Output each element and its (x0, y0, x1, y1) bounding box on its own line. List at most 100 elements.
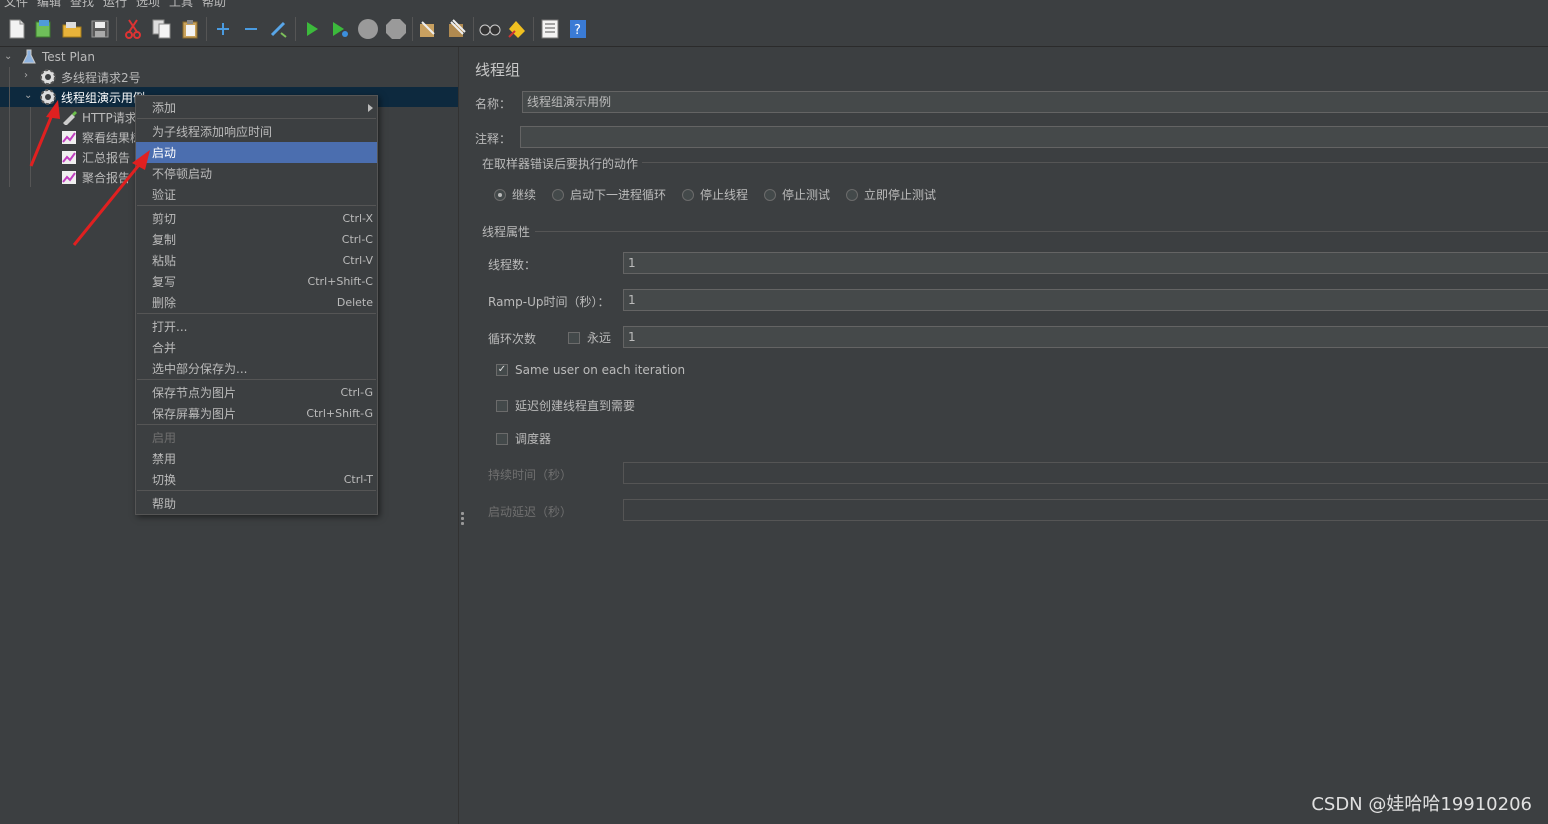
menu-item-open[interactable]: 打开... (136, 316, 377, 337)
thread-props-title: 线程属性 (482, 225, 531, 239)
radio-start-next-loop[interactable]: 启动下一进程循环 (552, 186, 666, 203)
menu-item-paste[interactable]: 粘贴 Ctrl-V (136, 250, 377, 271)
menu-item-merge[interactable]: 合并 (136, 337, 377, 358)
tree-node-aggregate-report[interactable]: 聚合报告 (60, 167, 130, 187)
menu-item-save-screen-image[interactable]: 保存屏幕为图片 Ctrl+Shift-G (136, 403, 377, 424)
chevron-right-icon[interactable]: › (24, 71, 34, 81)
name-label: 名称： (475, 97, 512, 111)
delay-create-checkbox[interactable]: 延迟创建线程直到需要 (496, 397, 635, 414)
menu-item-toggle[interactable]: 切换 Ctrl-T (136, 469, 377, 490)
scheduler-checkbox[interactable]: 调度器 (496, 430, 551, 447)
same-user-checkbox[interactable]: ✓ Same user on each iteration (496, 363, 685, 377)
menu-item-validate[interactable]: 验证 (136, 184, 377, 205)
checkmark-icon: ✓ (496, 364, 508, 376)
paste-icon[interactable] (179, 18, 201, 40)
menu-item-start-no-pauses[interactable]: 不停顿启动 (136, 163, 377, 184)
duration-field (623, 462, 1548, 484)
menu-item-help[interactable]: 帮助 (136, 493, 377, 514)
radio-icon (846, 188, 858, 201)
svg-text:?: ? (574, 23, 581, 38)
menu-tools[interactable]: 工具 (169, 0, 193, 9)
menu-run[interactable]: 运行 (103, 0, 127, 9)
shutdown-icon[interactable] (385, 18, 407, 40)
loop-label: 循环次数 (488, 332, 537, 346)
submenu-arrow-icon (368, 103, 373, 112)
name-field[interactable]: 线程组演示用例 (522, 91, 1548, 113)
watermark: CSDN @娃哈哈19910206 (1311, 794, 1532, 815)
menu-item-cut[interactable]: 剪切 Ctrl-X (136, 208, 377, 229)
error-action-title: 在取样器错误后要执行的动作 (482, 157, 639, 171)
drag-handle-icon[interactable] (461, 512, 464, 527)
threads-field[interactable]: 1 (623, 252, 1548, 274)
chart-icon (60, 148, 78, 166)
start-no-pauses-icon[interactable] (329, 18, 351, 40)
radio-continue[interactable]: 继续 (494, 186, 536, 203)
start-icon[interactable] (301, 18, 323, 40)
checkbox-icon (496, 432, 508, 445)
menu-item-save-selection[interactable]: 选中部分保存为... (136, 358, 377, 379)
radio-stop-thread[interactable]: 停止线程 (682, 186, 748, 203)
gear-icon (39, 88, 57, 106)
radio-icon (764, 188, 776, 201)
tree-node-http-request[interactable]: HTTP请求 (60, 107, 137, 127)
expand-icon[interactable] (212, 18, 234, 40)
search-icon[interactable] (479, 18, 501, 40)
chevron-down-icon[interactable]: ⌄ (4, 52, 14, 62)
menu-item-copy[interactable]: 复制 Ctrl-C (136, 229, 377, 250)
toggle-icon[interactable] (268, 18, 290, 40)
menu-options[interactable]: 选项 (136, 0, 160, 9)
threads-label: 线程数： (488, 258, 537, 272)
flask-icon (20, 48, 38, 66)
templates-icon[interactable] (33, 18, 55, 40)
menu-item-delete[interactable]: 删除 Delete (136, 292, 377, 313)
menu-item-add-think-times[interactable]: 为子线程添加响应时间 (136, 121, 377, 142)
menu-help[interactable]: 帮助 (202, 0, 226, 9)
tree-node-summary-report[interactable]: 汇总报告 (60, 147, 130, 167)
menu-item-enable: 启用 (152, 431, 177, 445)
comment-field[interactable] (520, 126, 1548, 148)
rampup-label: Ramp-Up时间（秒）： (488, 295, 610, 309)
tree-node-thread-group-1[interactable]: 多线程请求2号 (39, 67, 141, 87)
reset-search-icon[interactable] (506, 18, 528, 40)
tree-node-view-results-tree[interactable]: 察看结果树 (60, 127, 142, 147)
startup-delay-field (623, 499, 1548, 521)
cut-icon[interactable] (122, 18, 144, 40)
menu-search[interactable]: 查找 (70, 0, 94, 9)
radio-stop-test-now[interactable]: 立即停止测试 (846, 186, 936, 203)
menu-item-disable[interactable]: 禁用 (136, 448, 377, 469)
loop-field[interactable]: 1 (623, 326, 1548, 348)
rampup-field[interactable]: 1 (623, 289, 1548, 311)
context-menu: 添加 为子线程添加响应时间 启动 不停顿启动 验证 剪切 Ctrl-X 复制 Ctr… (135, 95, 378, 515)
menu-item-save-node-image[interactable]: 保存节点为图片 Ctrl-G (136, 382, 377, 403)
stop-icon[interactable] (357, 18, 379, 40)
panel-title: 线程组 (475, 61, 521, 79)
radio-stop-test[interactable]: 停止测试 (764, 186, 830, 203)
chart-icon (60, 128, 78, 146)
thread-group-panel: 线程组 名称： 线程组演示用例 注释： 在取样器错误后要执行的动作 继续 启动下… (467, 47, 1548, 824)
tree-node-test-plan[interactable]: Test Plan (20, 47, 95, 67)
radio-icon (682, 188, 694, 201)
new-icon[interactable] (6, 18, 28, 40)
toolbar: ? (0, 11, 1548, 47)
duration-label: 持续时间（秒） (488, 468, 573, 482)
chevron-down-icon[interactable]: ⌄ (24, 91, 34, 101)
menu-item-start[interactable]: 启动 (136, 142, 377, 163)
clear-all-icon[interactable] (446, 18, 468, 40)
tree-node-thread-group-2[interactable]: 线程组演示用例 (39, 87, 145, 107)
collapse-icon[interactable] (240, 18, 262, 40)
open-icon[interactable] (61, 18, 83, 40)
copy-icon[interactable] (151, 18, 173, 40)
menu-item-duplicate[interactable]: 复写 Ctrl+Shift-C (136, 271, 377, 292)
startup-delay-label: 启动延迟（秒） (488, 505, 573, 519)
save-icon[interactable] (89, 18, 111, 40)
checkbox-icon (568, 331, 580, 344)
clear-icon[interactable] (417, 18, 439, 40)
help-icon[interactable]: ? (567, 18, 589, 40)
function-helper-icon[interactable] (539, 18, 561, 40)
checkbox-icon (496, 399, 508, 412)
menu-item-add[interactable]: 添加 (136, 97, 377, 118)
forever-checkbox[interactable]: 永远 (568, 329, 611, 346)
radio-selected-icon (494, 188, 506, 201)
menu-edit[interactable]: 编辑 (37, 0, 61, 9)
menu-file[interactable]: 文件 (4, 0, 28, 9)
